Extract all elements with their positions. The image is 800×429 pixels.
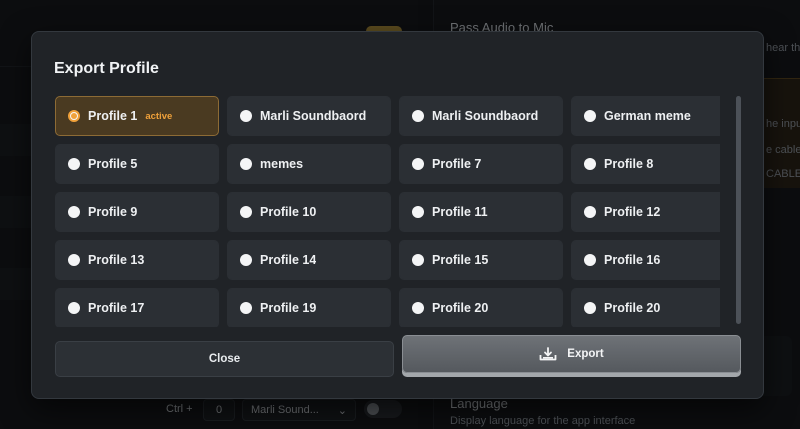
radio-icon [68,254,80,266]
radio-icon [68,302,80,314]
radio-icon [240,206,252,218]
profile-label: Profile 11 [432,205,488,219]
radio-icon [240,254,252,266]
profile-option[interactable]: Profile 20 [399,288,563,327]
profile-option[interactable]: Profile 19 [227,288,391,327]
radio-icon [584,158,596,170]
radio-icon [412,302,424,314]
profile-label: Profile 1 [88,109,138,123]
profile-option[interactable]: German meme [571,96,720,136]
profile-option[interactable]: Profile 5 [55,144,219,184]
export-profile-dialog: Export Profile Profile 1 active Marli So… [31,31,764,399]
profile-label: Profile 8 [604,157,654,171]
active-badge: active [145,110,173,122]
radio-icon [584,110,596,122]
radio-icon [412,206,424,218]
download-tray-icon [539,347,557,361]
profile-option[interactable]: Profile 16 [571,240,720,280]
profile-option[interactable]: Profile 8 [571,144,720,184]
radio-icon [68,158,80,170]
radio-selected-icon [68,110,80,122]
profile-label: Profile 13 [88,253,145,267]
profile-grid-scrollbar[interactable] [736,96,741,324]
profile-grid: Profile 1 active Marli Soundbaord Marli … [55,96,720,327]
profile-label: Profile 10 [260,205,317,219]
profile-label: Profile 9 [88,205,138,219]
profile-label: Marli Soundbaord [432,109,539,123]
radio-icon [240,110,252,122]
profile-option[interactable]: Profile 10 [227,192,391,232]
profile-label: Profile 16 [604,253,661,267]
profile-label: Profile 20 [432,301,489,315]
profile-option[interactable]: Profile 13 [55,240,219,280]
radio-icon [584,254,596,266]
profile-label: Profile 5 [88,157,138,171]
profile-option[interactable]: Profile 15 [399,240,563,280]
profile-option[interactable]: Profile 12 [571,192,720,232]
radio-icon [240,302,252,314]
profile-option[interactable]: Profile 17 [55,288,219,327]
profile-label: Profile 12 [604,205,661,219]
profile-option[interactable]: Marli Soundbaord [399,96,563,136]
export-label: Export [567,348,604,360]
profile-option[interactable]: Marli Soundbaord [227,96,391,136]
profile-label: Profile 14 [260,253,317,267]
profile-label: Profile 19 [260,301,317,315]
profile-label: German meme [604,109,691,123]
profile-label: Profile 20 [604,301,661,315]
radio-icon [68,206,80,218]
radio-icon [584,206,596,218]
radio-icon [240,158,252,170]
profile-option[interactable]: Profile 20 [571,288,720,327]
profile-label: memes [260,157,304,171]
profile-label: Marli Soundbaord [260,109,367,123]
profile-label: Profile 17 [88,301,145,315]
export-button[interactable]: Export [402,335,741,373]
dialog-title: Export Profile [54,60,159,77]
profile-option[interactable]: Profile 9 [55,192,219,232]
scrollbar-thumb[interactable] [736,96,741,324]
radio-icon [412,254,424,266]
radio-icon [412,110,424,122]
profile-option[interactable]: Profile 1 active [55,96,219,136]
radio-icon [412,158,424,170]
profile-option[interactable]: memes [227,144,391,184]
radio-icon [584,302,596,314]
close-button[interactable]: Close [55,341,394,377]
profile-option[interactable]: Profile 7 [399,144,563,184]
profile-label: Profile 15 [432,253,489,267]
profile-option[interactable]: Profile 14 [227,240,391,280]
profile-option[interactable]: Profile 11 [399,192,563,232]
profile-label: Profile 7 [432,157,482,171]
